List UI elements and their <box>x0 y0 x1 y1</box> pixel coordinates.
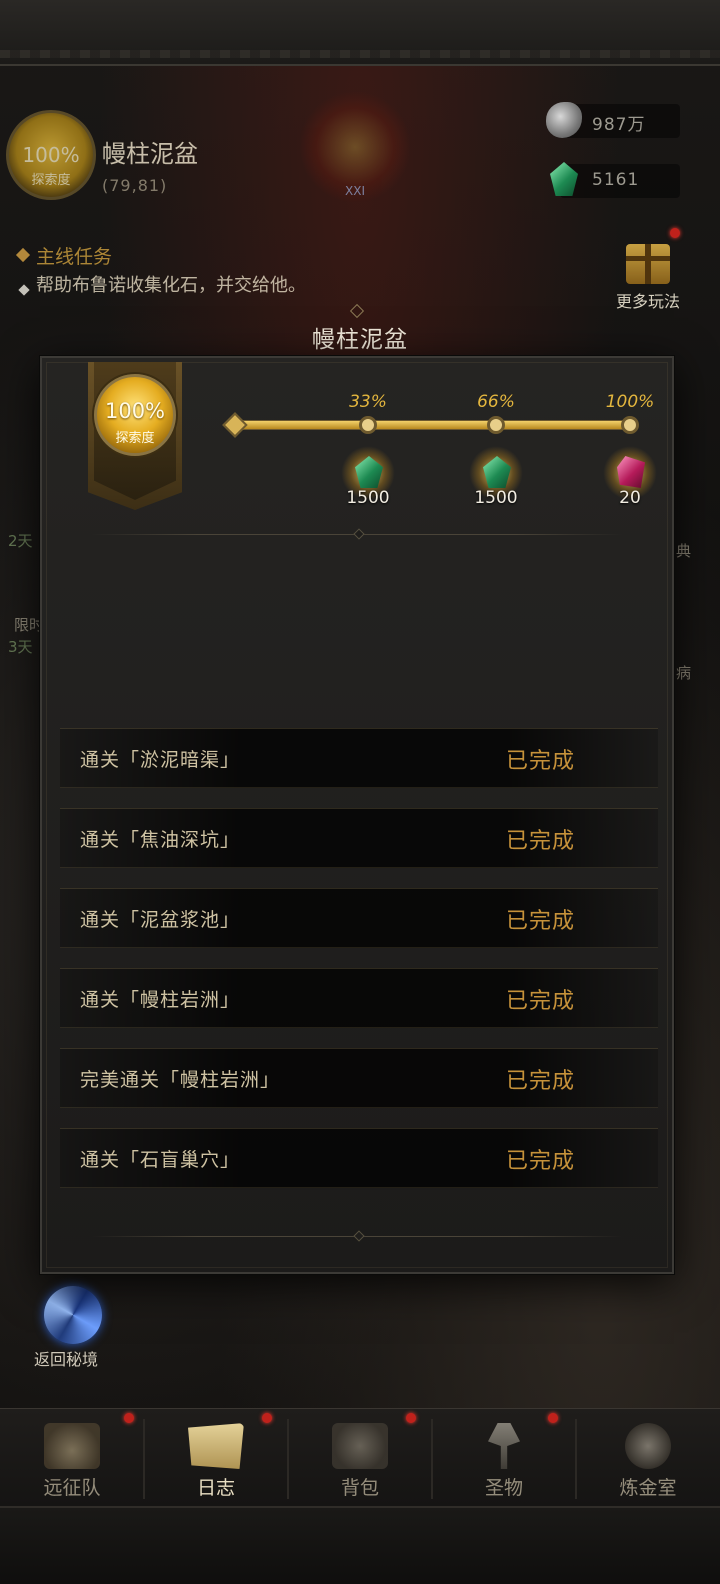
task-row: 通关「泥盆浆池」 已完成 <box>60 888 658 948</box>
zone-name: 幔柱泥盆 <box>102 140 198 168</box>
ore-icon <box>546 102 582 138</box>
bottom-nav: 远征队 日志 背包 圣物 炼金室 <box>0 1408 720 1506</box>
milestone-node <box>359 416 377 434</box>
task-name: 通关「淤泥暗渠」 <box>80 749 241 771</box>
side-fragment: 2天 <box>8 532 33 550</box>
top-bar <box>0 0 720 66</box>
notification-dot <box>406 1413 416 1423</box>
side-fragment: 典 <box>676 542 692 560</box>
torch-icon <box>488 1423 520 1469</box>
milestone-percent: 100% <box>605 392 655 412</box>
task-row: 通关「焦油深坑」 已完成 <box>60 808 658 868</box>
task-status: 已完成 <box>506 829 576 854</box>
task-row: 通关「幔柱岩洲」 已完成 <box>60 968 658 1028</box>
nav-label: 日志 <box>196 1477 235 1499</box>
modal-title: 幔柱泥盆 <box>312 327 408 353</box>
reward-amount: 1500 <box>346 488 390 508</box>
gift-icon <box>626 244 670 284</box>
task-name: 通关「泥盆浆池」 <box>80 909 241 931</box>
main-quest-panel[interactable]: 主线任务 帮助布鲁诺收集化石，并交给他。 <box>0 236 330 332</box>
milestone-node <box>487 416 505 434</box>
resource-ore-value: 987万 <box>592 115 646 135</box>
task-row: 完美通关「幔柱岩洲」 已完成 <box>60 1048 658 1108</box>
modal-explore-label: 探索度 <box>115 431 155 446</box>
resource-gem-value: 5161 <box>592 170 640 190</box>
nav-alchemy[interactable]: 炼金室 <box>576 1409 720 1507</box>
bottom-decor-strip <box>0 1506 720 1584</box>
quest-diamond-icon <box>15 247 31 263</box>
nav-label: 圣物 <box>484 1477 523 1499</box>
milestone-reward[interactable]: 1500 <box>461 446 531 508</box>
milestone-reward[interactable]: 20 <box>595 446 665 508</box>
divider-ornament <box>353 528 365 540</box>
nav-backpack[interactable]: 背包 <box>288 1409 432 1507</box>
notification-dot <box>670 228 680 238</box>
task-status: 已完成 <box>506 909 576 934</box>
exploration-modal: 100% 探索度 33% 66% 100% 1500 1500 20 通关「淤泥… <box>40 356 674 1274</box>
task-status: 已完成 <box>506 989 576 1014</box>
boss-emblem[interactable]: XXI <box>300 92 410 202</box>
viking-helmet-icon <box>44 1423 100 1469</box>
notification-dot <box>124 1413 134 1423</box>
task-status: 已完成 <box>506 1149 576 1174</box>
nav-label: 炼金室 <box>619 1477 677 1499</box>
more-play-label: 更多玩法 <box>615 292 680 311</box>
milestone-percent: 66% <box>477 392 515 412</box>
modal-explore-badge: 100% 探索度 <box>94 374 176 456</box>
reward-amount: 20 <box>619 488 641 508</box>
modal-explore-percent: 100% <box>104 399 166 423</box>
boss-numeral: XXI <box>345 184 365 198</box>
zone-coordinates: (79,81) <box>102 176 168 195</box>
zone-explore-percent: 100% <box>22 143 80 167</box>
notification-dot <box>548 1413 558 1423</box>
task-status: 已完成 <box>506 1069 576 1094</box>
side-fragment: 3天 <box>8 638 33 656</box>
task-row: 通关「淤泥暗渠」 已完成 <box>60 728 658 788</box>
nav-label: 背包 <box>340 1477 379 1499</box>
backpack-icon <box>332 1423 388 1469</box>
progress-start-marker <box>222 412 248 438</box>
nav-label: 远征队 <box>43 1477 101 1499</box>
task-row: 通关「石盲巢穴」 已完成 <box>60 1128 658 1188</box>
divider-ornament <box>353 1230 365 1242</box>
task-name: 通关「石盲巢穴」 <box>80 1149 241 1171</box>
reward-amount: 1500 <box>474 488 518 508</box>
task-status: 已完成 <box>506 749 576 774</box>
task-name: 完美通关「幔柱岩洲」 <box>80 1069 281 1091</box>
nav-relics[interactable]: 圣物 <box>432 1409 576 1507</box>
milestone-reward[interactable]: 1500 <box>333 446 403 508</box>
task-name: 通关「幔柱岩洲」 <box>80 989 241 1011</box>
milestone-percent: 33% <box>349 392 387 412</box>
task-list: 通关「淤泥暗渠」 已完成 通关「焦油深坑」 已完成 通关「泥盆浆池」 已完成 通… <box>60 728 658 1208</box>
resource-gem[interactable]: 5161 <box>550 162 680 198</box>
alchemy-icon <box>625 1423 671 1469</box>
zone-explore-badge[interactable]: 100% 探索度 <box>6 110 96 200</box>
more-play-button[interactable]: 更多玩法 <box>608 228 688 316</box>
nav-journal[interactable]: 日志 <box>144 1409 288 1507</box>
quest-title: 主线任务 <box>36 246 113 268</box>
explore-progress-fill <box>239 421 629 429</box>
quest-bullet-icon <box>18 284 30 296</box>
side-fragment: 病 <box>676 664 692 682</box>
quest-description: 帮助布鲁诺收集化石，并交给他。 <box>36 275 306 296</box>
resource-ore[interactable]: 987万 <box>546 102 680 138</box>
return-portal-icon[interactable] <box>44 1286 102 1344</box>
scroll-icon <box>188 1423 244 1469</box>
milestone-node <box>621 416 639 434</box>
nav-expedition[interactable]: 远征队 <box>0 1409 144 1507</box>
explore-progress-bar <box>238 420 630 430</box>
zone-explore-label: 探索度 <box>31 173 71 188</box>
return-portal-label[interactable]: 返回秘境 <box>34 1346 98 1370</box>
task-name: 通关「焦油深坑」 <box>80 829 241 851</box>
notification-dot <box>262 1413 272 1423</box>
